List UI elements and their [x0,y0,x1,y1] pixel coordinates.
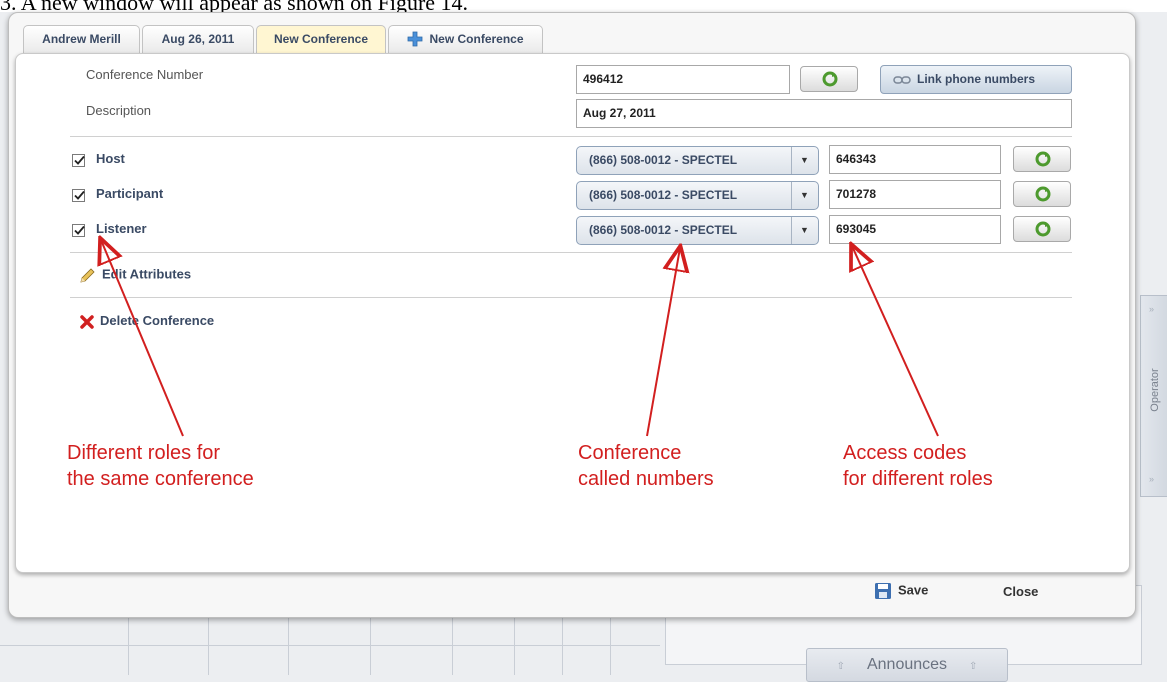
annotation-numbers-line2: called numbers [578,468,714,490]
save-label: Save [898,582,929,598]
annotation-codes-line1: Access codes [843,442,967,464]
annotation-roles-line2: the same conference [67,468,254,490]
annotation-roles: Different roles for the same conference [67,440,254,492]
annotation-codes: Access codes for different roles [843,440,993,492]
floppy-disk-icon [875,583,891,599]
annotation-numbers: Conference called numbers [578,440,714,492]
save-button[interactable]: Save [874,582,928,600]
annotation-codes-line2: for different roles [843,468,993,490]
codes-arrow [852,246,939,437]
annotation-arrows [0,0,939,437]
roles-arrow [101,240,184,437]
close-button[interactable]: Close [1003,584,1038,599]
annotation-numbers-line1: Conference [578,442,682,464]
annotation-roles-line1: Different roles for [67,442,221,464]
numbers-arrow [646,248,680,437]
